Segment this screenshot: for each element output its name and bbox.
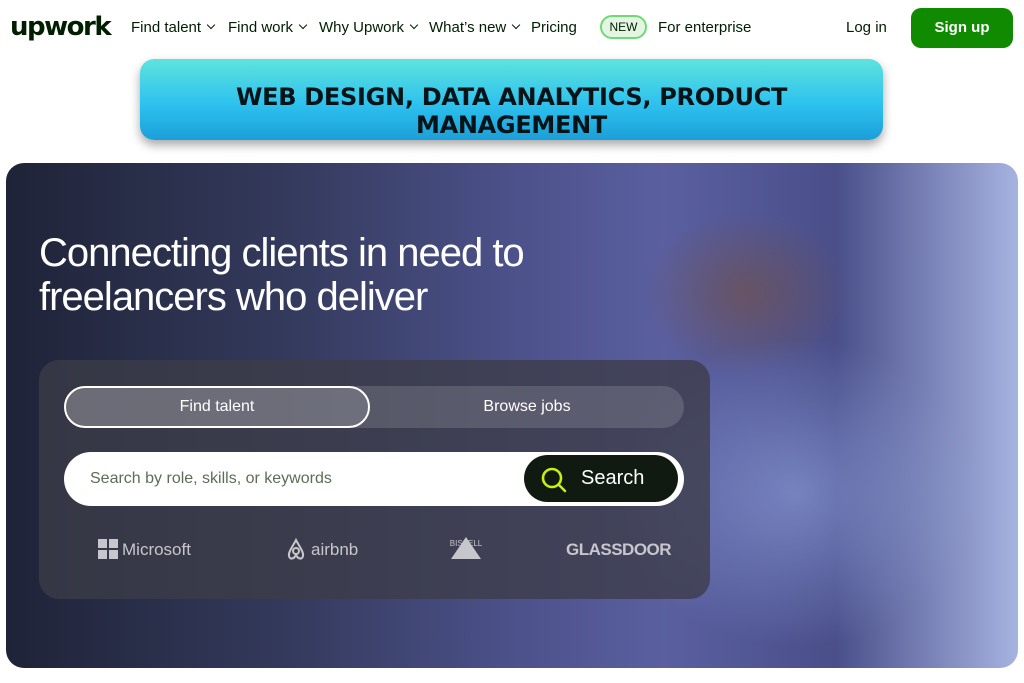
- search-icon: [541, 467, 567, 493]
- search-bar: Search: [64, 452, 684, 506]
- login-link[interactable]: Log in: [846, 18, 887, 38]
- chevron-down-icon: [512, 20, 521, 30]
- nav-whats-new[interactable]: What’s new: [429, 18, 521, 38]
- client-logos: Microsoft airbnb BISSELL GLASSDOOR: [39, 535, 710, 565]
- microsoft-logo: Microsoft: [98, 535, 191, 565]
- airbnb-logo: airbnb: [285, 535, 358, 565]
- chevron-down-icon: [298, 20, 308, 30]
- nav-find-talent[interactable]: Find talent: [131, 18, 216, 38]
- search-panel: Find talent Browse jobs Search Microsoft: [39, 360, 710, 599]
- airbnb-label: airbnb: [311, 540, 359, 559]
- bissell-label: BISSELL: [449, 539, 483, 548]
- new-badge: NEW: [600, 15, 647, 39]
- nav-find-work[interactable]: Find work: [228, 18, 308, 38]
- search-input[interactable]: [90, 468, 510, 490]
- search-tabs: Find talent Browse jobs: [64, 386, 684, 428]
- search-button[interactable]: Search: [524, 455, 678, 502]
- top-nav: upwork Find talent Find work Why Upwork …: [0, 0, 1024, 56]
- banner-text: WEB DESIGN, DATA ANALYTICS, PRODUCT MANA…: [235, 83, 788, 139]
- tab-find-talent[interactable]: Find talent: [64, 386, 370, 428]
- glassdoor-logo: GLASSDOOR: [566, 535, 672, 565]
- nav-enterprise[interactable]: For enterprise: [658, 18, 751, 38]
- nav-why-upwork[interactable]: Why Upwork: [319, 18, 419, 38]
- chevron-down-icon: [206, 20, 216, 30]
- tab-browse-jobs[interactable]: Browse jobs: [370, 386, 684, 428]
- nav-find-work-label: Find work: [228, 19, 294, 36]
- chevron-down-icon: [409, 20, 419, 30]
- hero-title: Connecting clients in need to freelancer…: [39, 231, 525, 319]
- nav-whats-new-label: What’s new: [429, 19, 507, 36]
- airbnb-icon: [287, 537, 305, 560]
- upwork-logo[interactable]: upwork: [10, 10, 112, 44]
- hero-section: Connecting clients in need to freelancer…: [6, 163, 1018, 668]
- signup-button[interactable]: Sign up: [911, 8, 1013, 48]
- bissell-logo: BISSELL: [449, 535, 487, 565]
- nav-why-upwork-label: Why Upwork: [319, 19, 405, 36]
- skills-banner: WEB DESIGN, DATA ANALYTICS, PRODUCT MANA…: [140, 59, 883, 140]
- microsoft-label: Microsoft: [122, 540, 191, 559]
- search-button-label: Search: [581, 467, 645, 489]
- nav-find-talent-label: Find talent: [131, 19, 202, 36]
- glassdoor-label: GLASSDOOR: [566, 540, 672, 559]
- windows-icon: [98, 538, 118, 559]
- nav-pricing[interactable]: Pricing: [531, 18, 577, 38]
